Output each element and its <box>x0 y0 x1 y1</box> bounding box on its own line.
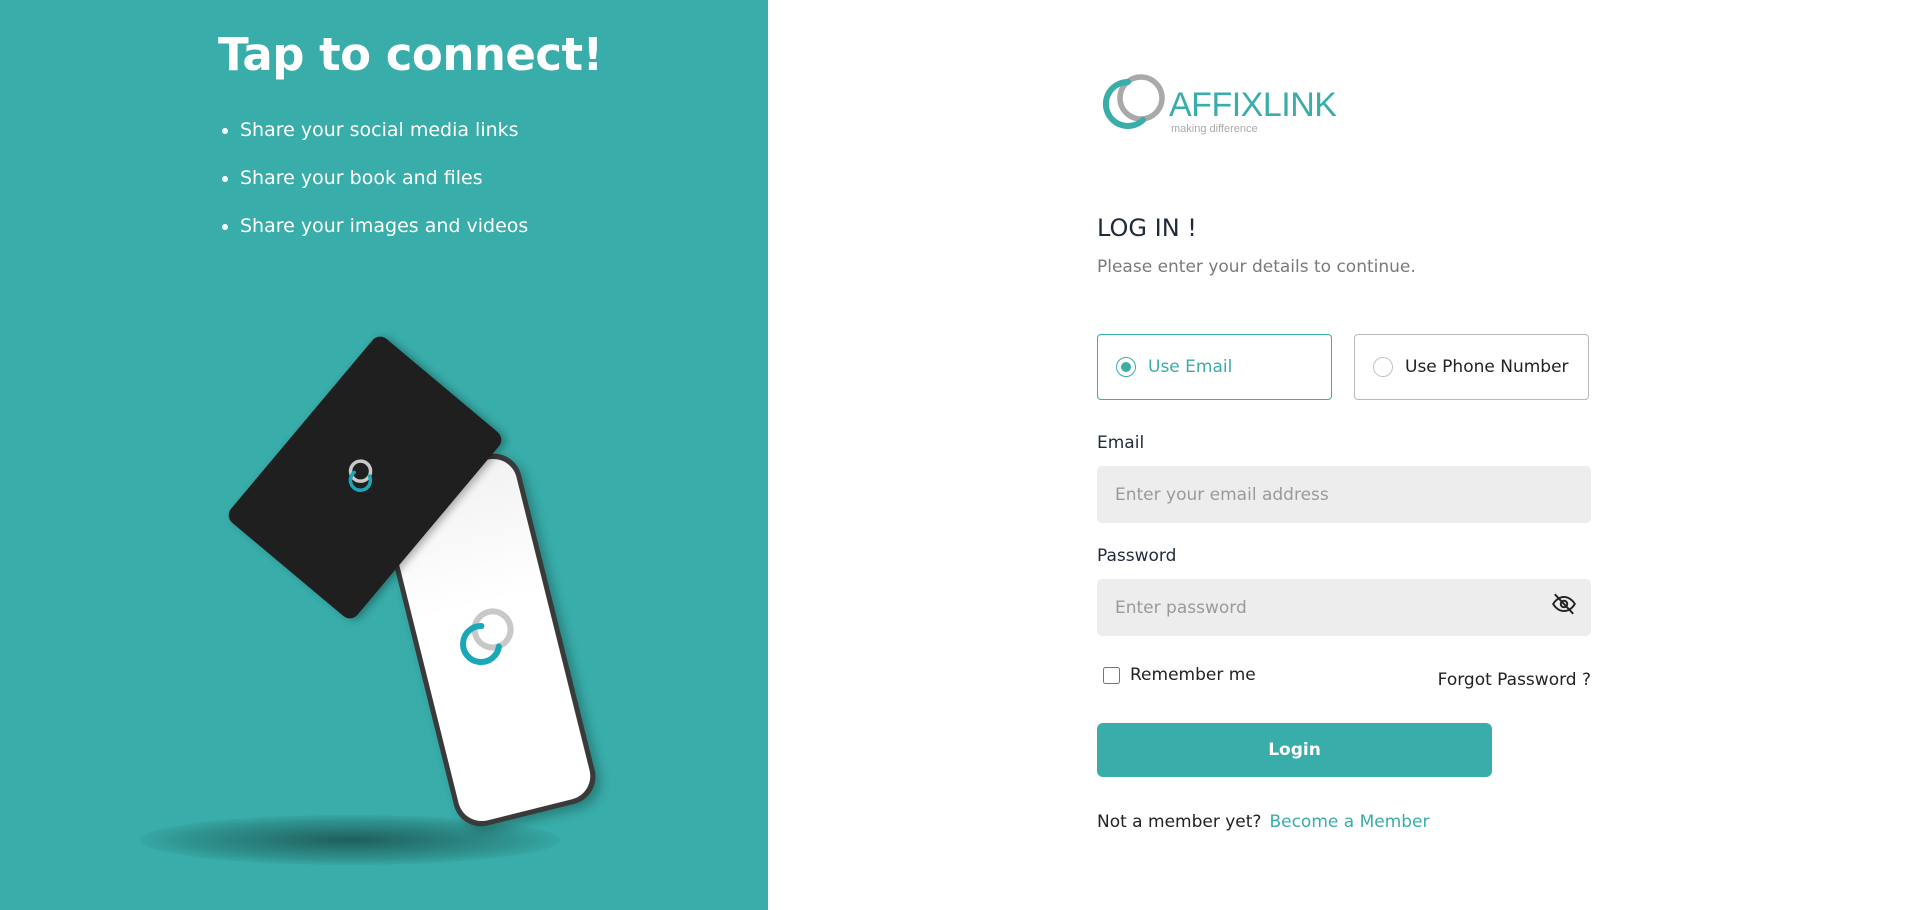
phone-logo-icon <box>460 608 514 665</box>
login-page: Tap to connect! Share your social media … <box>0 0 1920 910</box>
login-button[interactable]: Login <box>1097 723 1492 777</box>
affixlink-rings-icon <box>1102 74 1165 129</box>
logo-brand-text: AFFIXLINK <box>1169 86 1337 124</box>
logo-tagline: making difference <box>1171 123 1258 135</box>
radio-selected-icon[interactable] <box>1116 357 1136 377</box>
remember-me-checkbox[interactable] <box>1103 666 1120 684</box>
password-field[interactable] <box>1097 579 1591 636</box>
forgot-password-link[interactable]: Forgot Password ? <box>1438 670 1591 690</box>
use-phone-option[interactable]: Use Phone Number <box>1354 334 1589 400</box>
promo-feature-item: Share your images and videos <box>240 208 528 256</box>
promo-panel: Tap to connect! Share your social media … <box>0 0 768 910</box>
use-phone-label: Use Phone Number <box>1405 357 1569 377</box>
login-subtitle: Please enter your details to continue. <box>1097 257 1416 277</box>
eye-off-icon[interactable] <box>1551 591 1577 617</box>
password-label: Password <box>1097 546 1177 566</box>
use-email-option[interactable]: Use Email <box>1097 334 1332 400</box>
login-panel: AFFIXLINK making difference LOG IN ! Ple… <box>1097 0 1617 910</box>
remember-me[interactable]: Remember me <box>1103 665 1256 685</box>
promo-headline: Tap to connect! <box>218 28 603 81</box>
email-field[interactable] <box>1097 466 1591 523</box>
promo-feature-item: Share your book and files <box>240 160 528 208</box>
affixlink-logo: AFFIXLINK making difference <box>1097 68 1357 148</box>
use-email-label: Use Email <box>1148 357 1233 377</box>
promo-feature-list: Share your social media links Share your… <box>218 112 528 256</box>
radio-unselected-icon[interactable] <box>1373 357 1393 377</box>
member-prompt-row: Not a member yet? Become a Member <box>1097 812 1430 832</box>
member-prompt-text: Not a member yet? <box>1097 812 1262 832</box>
become-member-link[interactable]: Become a Member <box>1269 812 1429 832</box>
card-logo-icon <box>348 459 373 493</box>
remember-me-label: Remember me <box>1130 665 1256 685</box>
promo-feature-item: Share your social media links <box>240 112 528 160</box>
email-label: Email <box>1097 433 1145 453</box>
login-title: LOG IN ! <box>1097 214 1197 242</box>
